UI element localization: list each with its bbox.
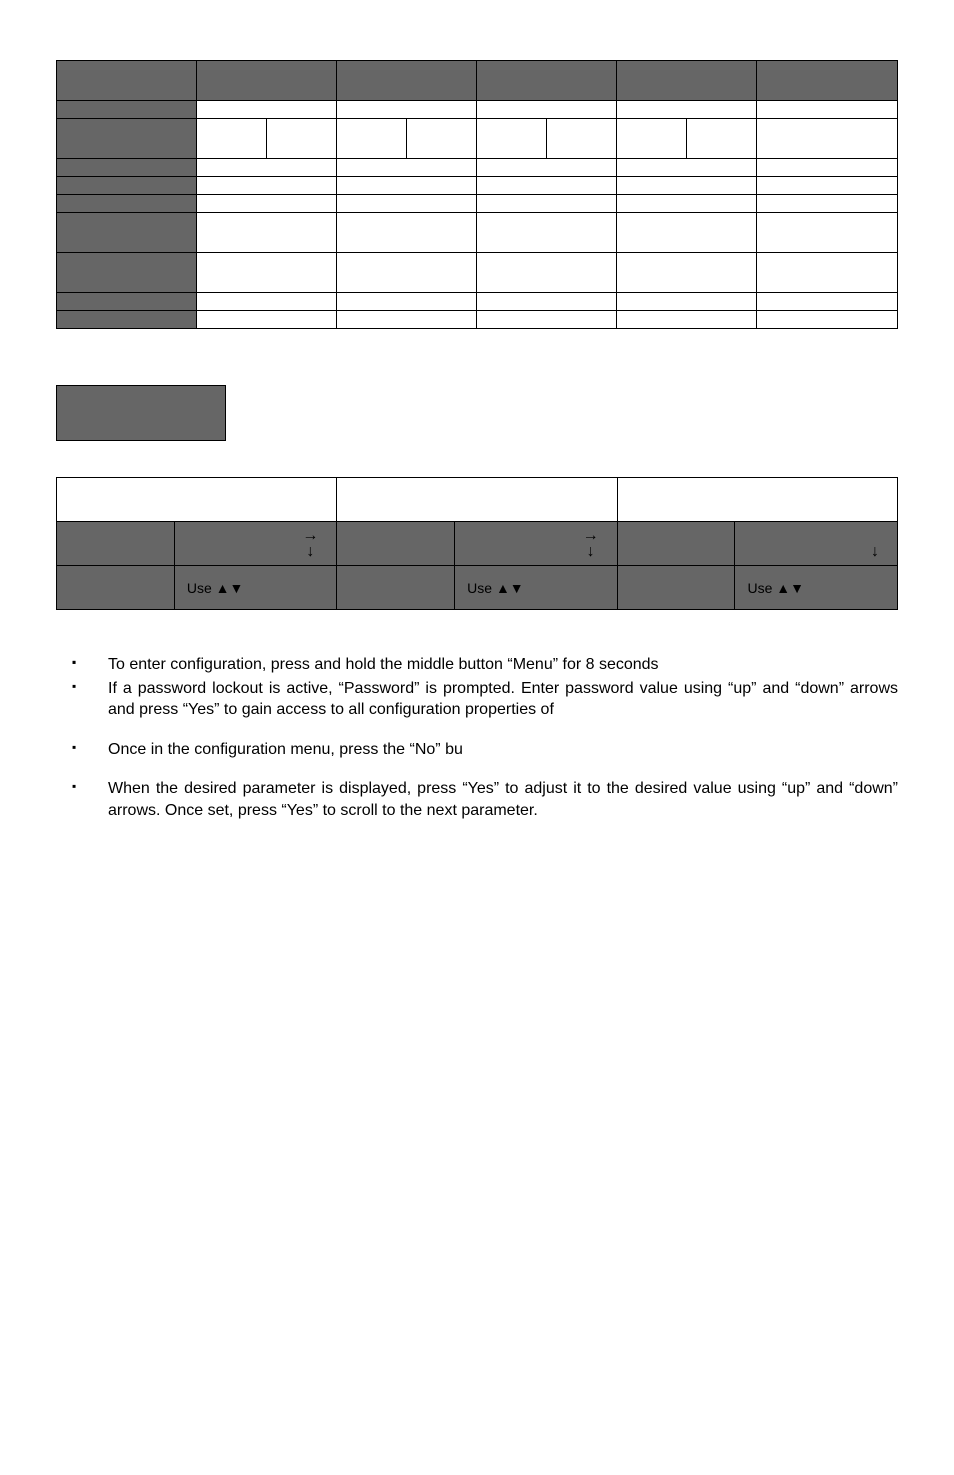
use-arrows-label: Use ▲▼ (467, 580, 524, 596)
nav-table: →↓ →↓ ↓ Use ▲▼ Use ▲▼ Use ▲▼ (56, 477, 898, 610)
arrow-down-icon: ↓ (871, 528, 879, 560)
spec-table (56, 60, 898, 329)
spec-row-4 (57, 213, 898, 253)
instruction-text: To enter configuration, press and hold t… (108, 656, 659, 673)
spec-row-7 (57, 311, 898, 329)
instruction-item: Once in the configuration menu, press th… (56, 739, 898, 761)
spec-header-row-1 (57, 61, 898, 101)
arrow-down: ↓ (306, 543, 314, 560)
use-arrows-label: Use ▲▼ (747, 580, 804, 596)
instruction-item: To enter configuration, press and hold t… (56, 654, 898, 676)
instruction-list: To enter configuration, press and hold t… (56, 654, 898, 822)
spec-row-5 (57, 253, 898, 293)
instruction-item: If a password lockout is active, “Passwo… (56, 678, 898, 721)
nav-arrow-row: →↓ →↓ ↓ (57, 522, 898, 566)
spec-row-3 (57, 195, 898, 213)
page: →↓ →↓ ↓ Use ▲▼ Use ▲▼ Use ▲▼ To enter co… (0, 0, 954, 864)
spec-row-6 (57, 293, 898, 311)
arrow-right-down-icon: →↓ (583, 528, 599, 560)
spec-header-row-2 (57, 101, 898, 119)
instruction-text: Once in the configuration menu, press th… (108, 741, 463, 758)
arrow-down: ↓ (871, 543, 879, 560)
nav-header-row (57, 478, 898, 522)
spec-header-row-3 (57, 119, 898, 159)
instruction-item: When the desired parameter is displayed,… (56, 778, 898, 821)
arrow-right-down-icon: →↓ (302, 528, 318, 560)
arrow-right: → (583, 527, 599, 544)
nav-use-row: Use ▲▼ Use ▲▼ Use ▲▼ (57, 566, 898, 610)
section-badge (56, 385, 226, 441)
spec-row-1 (57, 159, 898, 177)
spec-row-2 (57, 177, 898, 195)
arrow-down: ↓ (587, 543, 595, 560)
instruction-text: If a password lockout is active, “Passwo… (108, 680, 898, 719)
instruction-text: When the desired parameter is displayed,… (108, 780, 898, 819)
arrow-right: → (302, 527, 318, 544)
use-arrows-label: Use ▲▼ (187, 580, 244, 596)
